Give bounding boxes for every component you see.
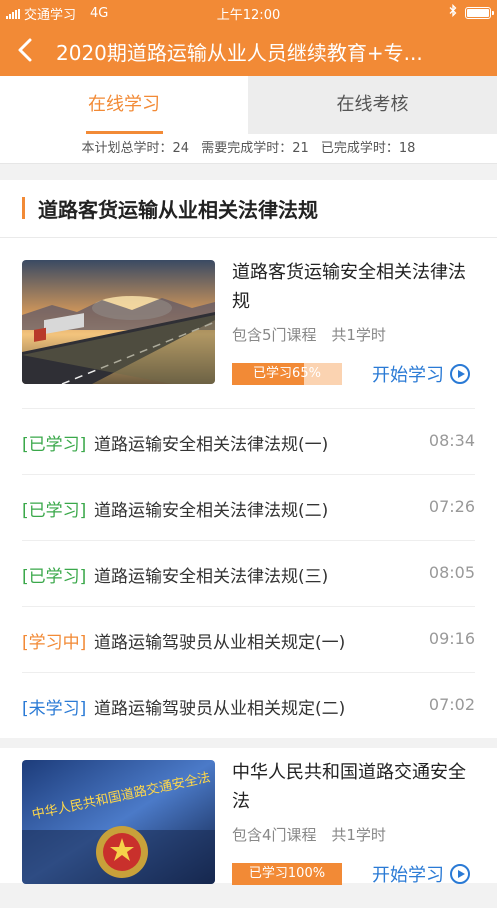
- back-button[interactable]: [14, 36, 38, 64]
- page-title: 2020期道路运输从业人员继续教育+专...: [56, 41, 423, 65]
- section-title: 道路客货运输从业相关法律法规: [38, 198, 318, 222]
- lesson-status: [未学习]: [22, 699, 87, 719]
- course-count: 包含5门课程: [232, 326, 317, 344]
- chevron-left-icon: [18, 38, 32, 62]
- hours-summary: 本计划总学时：24 需要完成学时：21 已完成学时：18: [0, 134, 497, 164]
- required-hours: 需要完成学时：21: [201, 141, 309, 156]
- clock: 上午12:00: [216, 8, 281, 23]
- course-title: 中华人民共和国道路交通安全法: [232, 762, 466, 812]
- progress-bar: 已学习65%: [232, 363, 342, 385]
- course-count: 包含4门课程: [232, 826, 317, 844]
- course-meta: 包含5门课程 共1学时: [232, 324, 386, 345]
- lesson-item[interactable]: [未学习] 道路运输驾驶员从业相关规定(二) 07:02: [22, 672, 475, 738]
- lesson-name: 道路运输安全相关法律法规(三): [94, 567, 329, 587]
- lesson-item[interactable]: [已学习] 道路运输安全相关法律法规(二) 07:26: [22, 474, 475, 540]
- tab-online-exam[interactable]: 在线考核: [248, 76, 497, 134]
- status-bar: 交通学习 4G 上午12:00: [0, 0, 497, 24]
- lesson-item[interactable]: [已学习] 道路运输安全相关法律法规(三) 08:05: [22, 540, 475, 606]
- tab-bar: 在线学习 在线考核: [0, 76, 497, 134]
- play-icon: [450, 864, 470, 884]
- bluetooth-icon: [449, 3, 457, 21]
- course-meta: 包含4门课程 共1学时: [232, 824, 386, 845]
- course-hours: 共1学时: [331, 826, 386, 844]
- completed-hours: 已完成学时：18: [320, 141, 416, 156]
- start-learning-button[interactable]: 开始学习: [372, 361, 470, 387]
- progress-bar: 已学习100%: [232, 863, 342, 885]
- lesson-status: [已学习]: [22, 567, 87, 587]
- lesson-duration: 08:05: [428, 563, 475, 582]
- lesson-duration: 08:34: [428, 431, 475, 450]
- battery-icon: [465, 6, 494, 19]
- section-header: 道路客货运输从业相关法律法规: [0, 180, 497, 238]
- course-card[interactable]: 道路客货运输安全相关法律法规 包含5门课程 共1学时 已学习65% 开始学习: [0, 238, 497, 408]
- tab-online-learning[interactable]: 在线学习: [0, 76, 248, 134]
- lesson-name: 道路运输驾驶员从业相关规定(一): [94, 633, 346, 653]
- lesson-status: [学习中]: [22, 633, 87, 653]
- course-list: 道路客货运输安全相关法律法规 包含5门课程 共1学时 已学习65% 开始学习 […: [0, 238, 497, 886]
- nav-bar: 2020期道路运输从业人员继续教育+专...: [0, 24, 497, 76]
- start-learning-label: 开始学习: [372, 865, 444, 886]
- progress-label: 已学习65%: [253, 366, 321, 381]
- lesson-name: 道路运输安全相关法律法规(二): [94, 501, 329, 521]
- lesson-duration: 07:02: [428, 695, 475, 714]
- lesson-status: [已学习]: [22, 501, 87, 521]
- play-icon: [450, 364, 470, 384]
- course-hours: 共1学时: [331, 326, 386, 344]
- lesson-duration: 09:16: [428, 629, 475, 648]
- section-accent-bar: [22, 197, 25, 219]
- lesson-item[interactable]: [学习中] 道路运输驾驶员从业相关规定(一) 09:16: [22, 606, 475, 672]
- lesson-duration: 07:26: [428, 497, 475, 516]
- lesson-item[interactable]: [已学习] 道路运输安全相关法律法规(一) 08:34: [22, 408, 475, 474]
- lesson-name: 道路运输安全相关法律法规(一): [94, 435, 329, 455]
- start-learning-label: 开始学习: [372, 365, 444, 386]
- progress-label: 已学习100%: [248, 866, 326, 881]
- course-thumbnail: 中华人民共和国道路交通安全法: [22, 760, 215, 884]
- course-title: 道路客货运输安全相关法律法规: [232, 262, 466, 312]
- course-thumbnail: [22, 260, 215, 384]
- lesson-status: [已学习]: [22, 435, 87, 455]
- start-learning-button[interactable]: 开始学习: [372, 861, 470, 887]
- total-hours: 本计划总学时：24: [81, 141, 190, 156]
- lesson-list: [已学习] 道路运输安全相关法律法规(一) 08:34 [已学习] 道路运输安全…: [0, 408, 497, 738]
- lesson-name: 道路运输驾驶员从业相关规定(二): [94, 699, 346, 719]
